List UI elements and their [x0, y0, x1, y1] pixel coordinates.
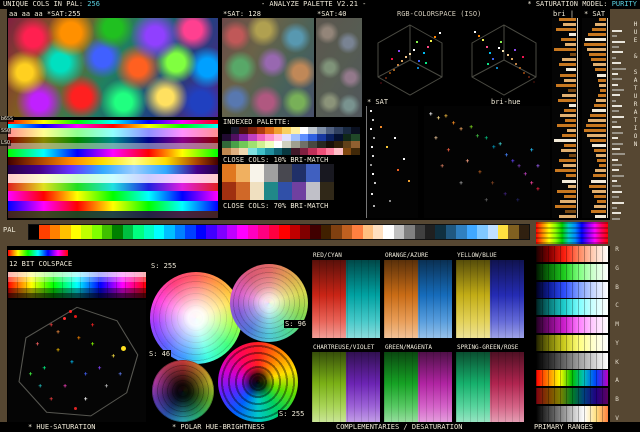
- xsat-scatter: [366, 106, 418, 218]
- sat-40-map: [316, 18, 362, 117]
- comp-panel-chartreuse-violet: CHARTREUSE/VIOLET: [312, 344, 380, 422]
- comp-panel-title: RED/CYAN: [312, 252, 343, 260]
- top-status-bar: UNIQUE COLS IN PAL: 256 - ANALYZE PALETT…: [0, 0, 640, 9]
- bit12-colspace-label: 12 BIT COLSPACE: [8, 260, 74, 268]
- strip-label-sso: SSO: [0, 128, 12, 134]
- pal-label: PAL: [3, 226, 16, 234]
- comp-panel-green-magenta: GREEN/MAGENTA: [384, 344, 452, 422]
- rgb-colorspace-panel: [366, 18, 550, 100]
- mini-line-histogram: [612, 30, 628, 220]
- cube-right-scatter: [462, 20, 546, 96]
- wheel-s255b-label: S: 255: [278, 410, 306, 418]
- comp-panel-gradient: [384, 260, 452, 338]
- comp-panel-title: ORANGE/AZURE: [384, 252, 430, 260]
- bit12-colspace-grid: [8, 272, 146, 298]
- footer-polar-hue-brightness: * POLAR HUE-BRIGHTNESS: [172, 423, 265, 431]
- hue-saturation-plot: + + + + + + + + + + + + + + + + + + +: [8, 300, 146, 422]
- comp-panel-title: YELLOW/BLUE: [456, 252, 498, 260]
- sat-255-map: [8, 18, 218, 117]
- bri-histogram: [552, 18, 578, 218]
- hue-saturation-vertical-label: HUE & SATURATION: [632, 21, 639, 149]
- close-cols-swatches: [222, 164, 334, 200]
- saturation-model-status: * SATURATION MODEL: PURITY: [527, 0, 637, 9]
- strip-label-lso: LSO: [0, 140, 12, 146]
- pal-strip: [28, 224, 530, 240]
- rgb-cube-left: [368, 20, 452, 96]
- app-title: - ANALYZE PALETTE V2.21 -: [261, 0, 367, 8]
- footer-complementaries: COMPLEMENTARIES / DESATURATION: [336, 423, 463, 431]
- comp-panel-orange-azure: ORANGE/AZURE: [384, 252, 452, 338]
- bri-histogram-label: bri |: [552, 10, 576, 18]
- unique-cols-label: UNIQUE COLS IN PAL:: [3, 0, 84, 8]
- analyze-palette-app: UNIQUE COLS IN PAL: 256 - ANALYZE PALETT…: [0, 0, 640, 432]
- sat-255-label: aa aa aa *SAT:255: [8, 10, 82, 18]
- primary-range-letters: RGBCMYKABV: [615, 246, 619, 422]
- comp-panel-springgreen-rose: SPRING-GREEN/ROSE: [456, 344, 524, 422]
- bottom-section-bar: * HUE-SATURATION * POLAR HUE-BRIGHTNESS …: [0, 422, 640, 432]
- saturation-model-value: PURITY: [611, 0, 637, 8]
- unique-cols-status: UNIQUE COLS IN PAL: 256: [3, 0, 100, 9]
- bri-hue-scatter: + + + + + + + + + + + + + + + + + + + + + + + + + + + +: [424, 106, 550, 218]
- right-frame: HUE & SATURATION RGBCMYKABV: [610, 9, 640, 422]
- close-cols-10-label: CLOSE COLS: 10% BRI-MATCH: [222, 156, 330, 164]
- hue-strip-stack: [8, 120, 218, 218]
- wheel-s255-label: S: 255: [150, 262, 178, 270]
- sat-128-label: *SAT: 128: [222, 10, 262, 18]
- comp-panel-gradient: [456, 260, 524, 338]
- comp-panel-yellow-blue: YELLOW/BLUE: [456, 252, 524, 338]
- wheel-s96-label: S: 96: [284, 320, 308, 328]
- unique-cols-value: 256: [87, 0, 100, 8]
- comp-panel-gradient: [312, 352, 380, 422]
- footer-hue-saturation: * HUE-SATURATION: [28, 423, 96, 431]
- comp-panel-title: SPRING-GREEN/ROSE: [456, 344, 520, 352]
- comp-panel-red-cyan: RED/CYAN: [312, 252, 380, 338]
- footer-primary-ranges: PRIMARY RANGES: [534, 423, 594, 431]
- indexed-palette-label: INDEXED PALETTE:: [222, 118, 292, 126]
- xsat-scatter-label: * SAT: [366, 98, 390, 106]
- saturation-model-label: * SATURATION MODEL:: [527, 0, 608, 8]
- sat-40-label: *SAT:40: [316, 10, 348, 18]
- bri-hue-scatter-label: bri-hue: [490, 98, 522, 106]
- cube-left-scatter: [368, 20, 452, 96]
- rgb-colorspace-label: RGB-COLORSPACE (ISO): [396, 10, 483, 18]
- comp-panel-gradient: [456, 352, 524, 422]
- sat-128-map: [222, 18, 314, 117]
- primary-ranges-bars: [536, 246, 608, 422]
- wheel-s46-label: S: 46: [148, 350, 172, 358]
- close-cols-70-label: CLOSE COLS: 70% BRI-MATCH: [222, 202, 330, 210]
- rgb-cube-right: [462, 20, 546, 96]
- polar-wheel-s96: [230, 264, 308, 342]
- polar-wheel-s46: [152, 360, 214, 422]
- comp-panel-gradient: [312, 260, 380, 338]
- left-frame: [0, 9, 7, 422]
- sat-histogram-label: * SAT: [583, 10, 607, 18]
- sat-histogram: [582, 18, 608, 218]
- strip-label-b6ss: b6SS: [0, 116, 15, 122]
- mini-hue-strip: [8, 250, 68, 256]
- primary-rainbow-block: [536, 222, 608, 244]
- comp-panel-title: CHARTREUSE/VIOLET: [312, 344, 376, 352]
- hue-saturation-scatter: + + + + + + + + + + + + + + + + + + +: [8, 300, 146, 422]
- indexed-palette-grid: [222, 127, 360, 155]
- comp-panel-gradient: [384, 352, 452, 422]
- comp-panel-title: GREEN/MAGENTA: [384, 344, 433, 352]
